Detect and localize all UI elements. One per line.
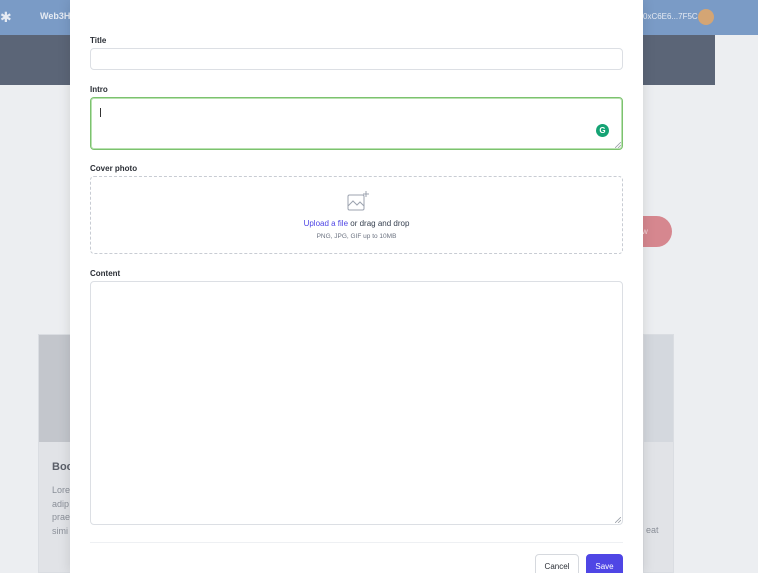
upload-instructions: Upload a file or drag and drop xyxy=(303,219,410,228)
logo-icon: ✱ xyxy=(0,9,12,25)
card-text: Lore adip prae simi xyxy=(52,485,71,536)
cover-photo-label: Cover photo xyxy=(90,164,138,173)
brand-name: Web3H xyxy=(40,11,71,21)
content-label: Content xyxy=(90,269,121,278)
cover-photo-dropzone[interactable]: Upload a file or drag and drop PNG, JPG,… xyxy=(90,176,623,254)
intro-textarea[interactable]: G xyxy=(90,97,623,150)
avatar xyxy=(698,9,714,25)
title-label: Title xyxy=(90,36,107,45)
upload-file-link[interactable]: Upload a file xyxy=(304,219,348,228)
footer-divider xyxy=(90,542,623,543)
resize-handle-icon[interactable] xyxy=(615,142,621,148)
cancel-button[interactable]: Cancel xyxy=(535,554,579,573)
intro-label: Intro xyxy=(90,85,108,94)
image-upload-icon xyxy=(347,191,369,211)
title-input[interactable] xyxy=(90,48,623,70)
wallet-address: 0xC6E6...7F5C xyxy=(643,12,698,21)
save-button[interactable]: Save xyxy=(586,554,623,573)
new-post-modal: Title Intro G Cover photo Upload a file … xyxy=(70,0,643,573)
card-text: eat xyxy=(646,525,659,535)
content-textarea[interactable] xyxy=(90,281,623,525)
upload-hint: PNG, JPG, GIF up to 10MB xyxy=(316,233,397,240)
card-image xyxy=(644,335,673,442)
grammarly-icon[interactable]: G xyxy=(596,124,609,137)
resize-handle-icon[interactable] xyxy=(615,517,621,523)
text-caret xyxy=(100,108,101,117)
background-card: eat xyxy=(643,334,674,573)
